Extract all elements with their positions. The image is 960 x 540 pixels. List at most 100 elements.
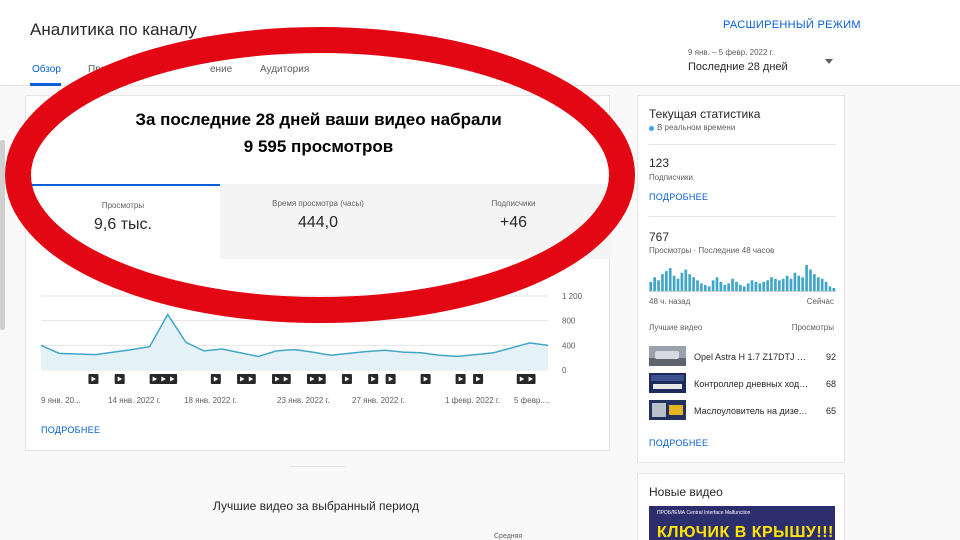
bar bbox=[723, 284, 727, 291]
metric-watch-time[interactable]: Время просмотра (часы) 444,0 bbox=[220, 184, 416, 259]
advanced-mode-link[interactable]: РАСШИРЕННЫЙ РЕЖИМ bbox=[723, 19, 861, 31]
overview-card: За последние 28 дней ваши видео набрали … bbox=[25, 95, 611, 451]
video-views: 68 bbox=[825, 379, 836, 389]
video-thumbnail[interactable] bbox=[649, 400, 686, 420]
section-title: Лучшие видео за выбранный период bbox=[213, 499, 419, 513]
thumbnail-headline: КЛЮЧИК В КРЫШУ!!! bbox=[657, 524, 834, 540]
play-icon bbox=[158, 374, 169, 384]
bar bbox=[805, 265, 808, 291]
play-icon bbox=[114, 374, 125, 384]
column-header: Средняя bbox=[494, 533, 523, 540]
subscribers-label: Подписчики bbox=[649, 173, 694, 182]
bar bbox=[785, 275, 789, 291]
play-icon bbox=[280, 374, 291, 384]
realtime-bar-chart[interactable] bbox=[649, 264, 836, 292]
list-item[interactable]: Opel Astra H 1.7 Z17DTJ EC... 92 bbox=[649, 346, 836, 368]
bar bbox=[684, 269, 688, 291]
new-videos-card: Новые видео ПРОБЛЕМА Central Interface M… bbox=[637, 473, 845, 540]
bar bbox=[766, 280, 769, 291]
list-item[interactable]: Контроллер дневных ходо... 68 bbox=[649, 373, 836, 395]
video-views: 92 bbox=[825, 352, 836, 362]
bar bbox=[809, 269, 812, 291]
active-tab-indicator bbox=[30, 83, 61, 86]
y-tick-label: 400 bbox=[562, 341, 576, 350]
play-icon bbox=[88, 374, 99, 384]
play-icon bbox=[420, 374, 431, 384]
play-icon bbox=[473, 374, 484, 384]
thumbnail-caption: ПРОБЛЕМА Central Interface Malfunction bbox=[657, 510, 751, 516]
scrollbar[interactable] bbox=[0, 140, 5, 330]
bar bbox=[801, 277, 805, 291]
bar bbox=[735, 281, 738, 291]
play-icon bbox=[455, 374, 466, 384]
play-icon bbox=[315, 374, 326, 384]
bar bbox=[711, 280, 715, 291]
list-item[interactable]: Маслоуловитель на дизел... 65 bbox=[649, 400, 836, 422]
video-thumbnail[interactable] bbox=[649, 373, 686, 393]
bar bbox=[777, 280, 781, 291]
bar bbox=[797, 275, 801, 291]
divider bbox=[649, 216, 836, 217]
date-period-select[interactable]: Последние 28 дней bbox=[688, 61, 788, 73]
divider bbox=[649, 144, 836, 145]
bar bbox=[742, 286, 746, 291]
date-range-text: 9 янв. – 5 февр. 2022 г. bbox=[688, 48, 774, 57]
y-tick-label: 1 200 bbox=[562, 292, 583, 301]
chart-area-fill bbox=[41, 314, 548, 370]
video-title[interactable]: Контроллер дневных ходо... bbox=[694, 379, 809, 389]
chevron-down-icon[interactable] bbox=[825, 59, 833, 64]
metric-label: Просмотры bbox=[101, 201, 145, 210]
video-thumbnail[interactable] bbox=[649, 346, 686, 366]
bar bbox=[703, 284, 707, 291]
bar bbox=[668, 268, 672, 291]
play-icon bbox=[341, 374, 352, 384]
bar bbox=[692, 277, 695, 291]
views-label: Просмотры · Последние 48 часов bbox=[649, 246, 775, 255]
bar bbox=[649, 281, 653, 291]
play-icon bbox=[245, 374, 256, 384]
more-button[interactable]: ПОДРОБНЕЕ bbox=[649, 438, 708, 448]
x-tick-label: 14 янв. 2022 г. bbox=[108, 396, 161, 405]
metric-label: Подписчики bbox=[491, 199, 536, 208]
bar bbox=[762, 281, 766, 291]
bar bbox=[832, 287, 836, 291]
play-icon bbox=[368, 374, 379, 384]
bar bbox=[828, 286, 832, 291]
bar bbox=[813, 274, 816, 291]
tab-views[interactable]: Просмо bbox=[88, 64, 124, 75]
bar bbox=[664, 271, 668, 291]
video-views: 65 bbox=[825, 406, 836, 416]
play-icon bbox=[237, 374, 248, 384]
metric-value: +46 bbox=[499, 214, 528, 231]
bar bbox=[770, 277, 773, 291]
bar bbox=[758, 283, 762, 291]
tab-overview[interactable]: Обзор bbox=[32, 64, 61, 75]
bar bbox=[793, 272, 797, 291]
subscribers-value: 123 bbox=[649, 156, 670, 170]
headline-line-1: За последние 28 дней ваши видео набрали bbox=[135, 110, 502, 129]
play-icon bbox=[385, 374, 396, 384]
more-button[interactable]: ПОДРОБНЕЕ bbox=[41, 425, 100, 435]
metric-views[interactable]: Просмотры 9,6 тыс. bbox=[26, 184, 220, 259]
bar bbox=[727, 283, 731, 291]
bar bbox=[707, 286, 711, 291]
views-value: 767 bbox=[649, 230, 670, 244]
video-title[interactable]: Маслоуловитель на дизел... bbox=[694, 406, 809, 416]
live-dot-icon bbox=[649, 126, 654, 131]
tab-engagement[interactable]: ение bbox=[210, 64, 232, 75]
top-videos-column: Просмотры bbox=[791, 323, 834, 332]
page-title: Аналитика по каналу bbox=[30, 20, 197, 39]
top-videos-label: Лучшие видео bbox=[649, 323, 703, 332]
bar bbox=[676, 278, 680, 291]
top-bar: Аналитика по каналу РАСШИРЕННЫЙ РЕЖИМ Об… bbox=[0, 0, 960, 86]
views-chart[interactable]: 0 400 800 1 200 9 янв. 20... 14 янв. 2022 г. 1… bbox=[26, 286, 611, 416]
video-title[interactable]: Opel Astra H 1.7 Z17DTJ EC... bbox=[694, 352, 809, 362]
more-button[interactable]: ПОДРОБНЕЕ bbox=[649, 192, 708, 202]
metric-subscribers[interactable]: Подписчики +46 bbox=[416, 184, 611, 259]
bars-right-label: Сейчас bbox=[806, 297, 834, 306]
new-videos-title: Новые видео bbox=[649, 485, 723, 499]
new-video-thumbnail[interactable]: ПРОБЛЕМА Central Interface Malfunction К… bbox=[649, 506, 835, 540]
tab-audience[interactable]: Аудитория bbox=[260, 64, 309, 75]
realtime-title: Текущая статистика bbox=[649, 107, 761, 121]
metric-label: Время просмотра (часы) bbox=[272, 199, 364, 208]
